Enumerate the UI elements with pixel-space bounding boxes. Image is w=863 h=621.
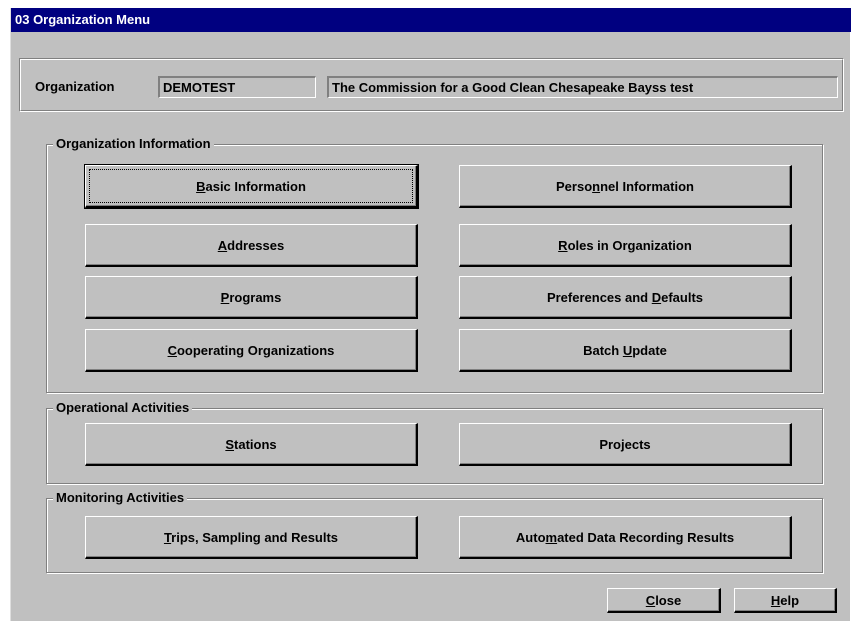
personnel-information-button[interactable]: Personnel Information (459, 165, 792, 208)
close-label: Close (646, 593, 681, 608)
organization-name-field[interactable]: The Commission for a Good Clean Chesapea… (327, 76, 838, 98)
organization-code-field[interactable]: DEMOTEST (158, 76, 316, 98)
personnel-information-label: Personnel Information (556, 179, 694, 194)
label-post: ddresses (227, 237, 285, 253)
label-post: asic Information (205, 178, 306, 194)
label-post: rograms (229, 289, 282, 305)
label-mnemonic: H (770, 592, 781, 608)
organization-information-title: Organization Information (53, 136, 214, 152)
label-post: oles in Organization (567, 237, 692, 253)
label-mnemonic: P (220, 289, 230, 305)
label-post: ects (624, 436, 651, 452)
cooperating-organizations-button[interactable]: Cooperating Organizations (85, 329, 418, 372)
cooperating-organizations-label: Cooperating Organizations (168, 343, 335, 358)
operational-activities-title: Operational Activities (53, 400, 193, 416)
label-post: efaults (661, 289, 704, 305)
monitoring-activities-title: Monitoring Activities (53, 490, 188, 506)
basic-information-button[interactable]: Basic Information (84, 164, 419, 209)
label-mnemonic: C (167, 342, 177, 358)
close-button[interactable]: Close (607, 588, 721, 613)
organization-menu-window: 03 Organization Menu Organization DEMOTE… (10, 8, 851, 621)
label-mnemonic: m (545, 529, 558, 545)
automated-data-recording-results-label: Automated Data Recording Results (516, 530, 734, 545)
programs-button[interactable]: Programs (85, 276, 418, 319)
label-mnemonic: S (225, 436, 235, 452)
preferences-and-defaults-button[interactable]: Preferences and Defaults (459, 276, 792, 319)
label-pre: Perso (556, 178, 593, 194)
stations-label: Stations (225, 437, 276, 452)
projects-button[interactable]: Projects (459, 423, 792, 466)
label-mnemonic: C (645, 592, 656, 608)
label-pre: Batch (583, 342, 623, 358)
label-post: ated Data Recording Results (557, 529, 735, 545)
label-pre: Pro (599, 436, 621, 452)
projects-label: Projects (599, 437, 650, 452)
batch-update-button[interactable]: Batch Update (459, 329, 792, 372)
label-post: tations (234, 436, 277, 452)
basic-information-label: Basic Information (196, 179, 306, 194)
label-post: pdate (632, 342, 667, 358)
label-mnemonic: A (217, 237, 228, 253)
roles-in-organization-label: Roles in Organization (558, 238, 692, 253)
automated-data-recording-results-button[interactable]: Automated Data Recording Results (459, 516, 792, 559)
help-label: Help (771, 593, 799, 608)
help-button[interactable]: Help (734, 588, 837, 613)
label-post: ooperating Organizations (176, 342, 335, 358)
trips-sampling-results-label: Trips, Sampling and Results (164, 530, 338, 545)
organization-panel: Organization DEMOTEST The Commission for… (19, 58, 844, 112)
batch-update-label: Batch Update (583, 343, 667, 358)
label-post: nel Information (600, 178, 694, 194)
addresses-label: Addresses (218, 238, 284, 253)
trips-sampling-results-button[interactable]: Trips, Sampling and Results (85, 516, 418, 559)
label-post: lose (655, 592, 682, 608)
preferences-and-defaults-label: Preferences and Defaults (547, 290, 703, 305)
roles-in-organization-button[interactable]: Roles in Organization (459, 224, 792, 267)
label-pre: Preferences and (546, 289, 652, 305)
addresses-button[interactable]: Addresses (85, 224, 418, 267)
label-mnemonic: U (622, 342, 633, 358)
stations-button[interactable]: Stations (85, 423, 418, 466)
label-post: rips, Sampling and Results (171, 529, 339, 545)
window-title: 03 Organization Menu (11, 8, 851, 32)
label-post: elp (780, 592, 800, 608)
programs-label: Programs (221, 290, 282, 305)
label-mnemonic: R (558, 237, 568, 253)
organization-label: Organization (35, 79, 115, 94)
label-mnemonic: n (592, 178, 601, 194)
label-pre: Auto (515, 529, 546, 545)
label-mnemonic: D (651, 289, 662, 305)
